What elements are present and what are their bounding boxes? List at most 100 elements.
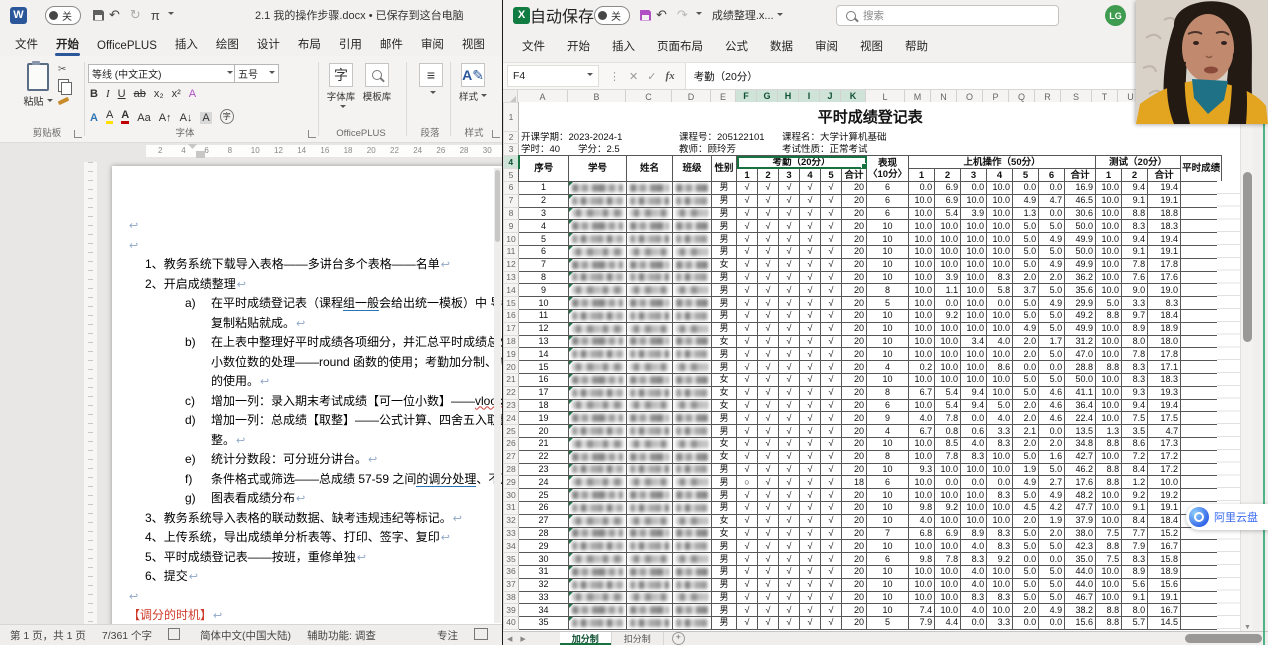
cell-test-total[interactable]: 19.1 bbox=[1148, 245, 1181, 258]
cell-lab-5[interactable]: 0.0 bbox=[1013, 182, 1039, 195]
cell-lab-total[interactable]: 44.0 bbox=[1065, 578, 1096, 591]
cell-test-1[interactable]: 10.0 bbox=[1096, 412, 1122, 425]
word-count[interactable]: 7/361 个字 bbox=[102, 628, 152, 643]
cell-att-1[interactable]: √ bbox=[737, 617, 758, 630]
cell-lab-1[interactable]: 10.0 bbox=[909, 322, 935, 335]
cell-lab-3[interactable]: 9.4 bbox=[961, 386, 987, 399]
cell-seq[interactable]: 26 bbox=[519, 501, 569, 514]
cell-lab-6[interactable]: 1.9 bbox=[1039, 514, 1065, 527]
excel-tab-7[interactable]: 视图 bbox=[849, 33, 894, 59]
cell-att-3[interactable]: √ bbox=[779, 565, 800, 578]
cell-gender[interactable]: 男 bbox=[712, 207, 737, 220]
cell-att-3[interactable]: √ bbox=[779, 271, 800, 284]
cell-att-2[interactable]: √ bbox=[758, 553, 779, 566]
cell-gender[interactable]: 男 bbox=[712, 233, 737, 246]
cell-gender[interactable]: 男 bbox=[712, 194, 737, 207]
doc-line-19[interactable]: ↩ bbox=[112, 587, 502, 607]
cell-final-score[interactable] bbox=[1181, 425, 1222, 438]
cell-att-2[interactable]: √ bbox=[758, 284, 779, 297]
row-header-24[interactable]: 24 bbox=[504, 412, 519, 425]
cell-lab-2[interactable]: 0.0 bbox=[935, 476, 961, 489]
cell-lab-1[interactable]: 10.0 bbox=[909, 258, 935, 271]
cell-test-2[interactable]: 8.4 bbox=[1122, 463, 1148, 476]
cell-performance[interactable]: 8 bbox=[867, 450, 909, 463]
page-indicator[interactable]: 第 1 页，共 1 页 bbox=[10, 628, 86, 643]
cell-att-1[interactable]: √ bbox=[737, 309, 758, 322]
cell-att-total[interactable]: 20 bbox=[842, 591, 867, 604]
cell-lab-1[interactable]: 6.7 bbox=[909, 386, 935, 399]
cell-att-3[interactable]: √ bbox=[779, 591, 800, 604]
cell-att-1[interactable]: √ bbox=[737, 245, 758, 258]
font-effect-r2-0[interactable]: A bbox=[90, 112, 98, 124]
cell-att-total[interactable]: 20 bbox=[842, 399, 867, 412]
cell-lab-1[interactable]: 10.0 bbox=[909, 437, 935, 450]
cell-gender[interactable]: 女 bbox=[712, 527, 737, 540]
cell-att-3[interactable]: √ bbox=[779, 361, 800, 374]
cell-gender[interactable]: 男 bbox=[712, 309, 737, 322]
cell-att-1[interactable]: √ bbox=[737, 604, 758, 617]
hdr-gender[interactable]: 性别 bbox=[712, 156, 737, 182]
cell-lab-1[interactable]: 9.8 bbox=[909, 553, 935, 566]
word-tab-5[interactable]: 设计 bbox=[248, 32, 289, 56]
redacted-scl[interactable] bbox=[673, 617, 712, 630]
cell-att-5[interactable]: √ bbox=[821, 271, 842, 284]
cell-lab-6[interactable]: 5.0 bbox=[1039, 578, 1065, 591]
cell-att-1[interactable]: √ bbox=[737, 399, 758, 412]
redacted-snm[interactable] bbox=[627, 425, 673, 438]
cell-test-total[interactable]: 18.3 bbox=[1148, 373, 1181, 386]
redacted-snm[interactable] bbox=[627, 361, 673, 374]
row-header-21[interactable]: 21 bbox=[504, 373, 519, 386]
cell-test-2[interactable]: 8.0 bbox=[1122, 335, 1148, 348]
cell-att-1[interactable]: √ bbox=[737, 591, 758, 604]
cell-att-1[interactable]: √ bbox=[737, 348, 758, 361]
cell-lab-1[interactable]: 7.4 bbox=[909, 604, 935, 617]
redacted-sid[interactable] bbox=[569, 437, 627, 450]
cell-att-1[interactable]: √ bbox=[737, 297, 758, 310]
cell-lab-2[interactable]: 7.8 bbox=[935, 412, 961, 425]
cell-lab-total[interactable]: 22.4 bbox=[1065, 412, 1096, 425]
cell-att-2[interactable]: √ bbox=[758, 450, 779, 463]
cell-performance[interactable]: 10 bbox=[867, 501, 909, 514]
cell-lab-5[interactable]: 5.0 bbox=[1013, 220, 1039, 233]
add-sheet-icon[interactable]: + bbox=[672, 632, 685, 645]
redacted-sid[interactable] bbox=[569, 604, 627, 617]
cell-test-1[interactable]: 10.0 bbox=[1096, 271, 1122, 284]
doc-line-8[interactable]: 的使用。↩ bbox=[112, 372, 502, 392]
cell-lab-total[interactable]: 38.2 bbox=[1065, 604, 1096, 617]
cell-performance[interactable]: 6 bbox=[867, 553, 909, 566]
cell-att-3[interactable]: √ bbox=[779, 348, 800, 361]
cell-lab-2[interactable]: 10.0 bbox=[935, 578, 961, 591]
cell-performance[interactable]: 10 bbox=[867, 271, 909, 284]
cell-seq[interactable]: 12 bbox=[519, 322, 569, 335]
cell-lab-4[interactable]: 8.6 bbox=[987, 361, 1013, 374]
row-header-28[interactable]: 28 bbox=[504, 463, 519, 476]
cell-att-5[interactable]: √ bbox=[821, 565, 842, 578]
cell-lab-4[interactable]: 10.0 bbox=[987, 373, 1013, 386]
cell-att-4[interactable]: √ bbox=[800, 284, 821, 297]
cancel-entry-icon[interactable]: ✕ bbox=[629, 70, 638, 83]
cell-test-1[interactable]: 8.8 bbox=[1096, 437, 1122, 450]
cell-att-4[interactable]: √ bbox=[800, 335, 821, 348]
cell-att-3[interactable]: √ bbox=[779, 386, 800, 399]
cell-lab-5[interactable]: 4.5 bbox=[1013, 501, 1039, 514]
cell-test-total[interactable]: 18.9 bbox=[1148, 322, 1181, 335]
cell-att-2[interactable]: √ bbox=[758, 540, 779, 553]
cell-performance[interactable]: 7 bbox=[867, 527, 909, 540]
word-tab-6[interactable]: 布局 bbox=[289, 32, 330, 56]
redacted-scl[interactable] bbox=[673, 271, 712, 284]
word-redo-icon[interactable]: ↻ bbox=[130, 7, 141, 23]
cell-lab-3[interactable]: 0.0 bbox=[961, 412, 987, 425]
row-header-16[interactable]: 16 bbox=[504, 309, 519, 322]
format-painter-icon[interactable] bbox=[58, 97, 70, 105]
cell-att-5[interactable]: √ bbox=[821, 373, 842, 386]
cell-test-1[interactable]: 8.8 bbox=[1096, 476, 1122, 489]
cell-lab-3[interactable]: 10.0 bbox=[961, 463, 987, 476]
cell-lab-4[interactable]: 10.0 bbox=[987, 348, 1013, 361]
cell-seq[interactable]: 35 bbox=[519, 617, 569, 630]
cell-lab-3[interactable]: 10.0 bbox=[961, 348, 987, 361]
cell-final-score[interactable] bbox=[1181, 617, 1222, 630]
word-scrollbar[interactable] bbox=[494, 168, 501, 623]
read-mode-icon[interactable] bbox=[474, 628, 492, 642]
cell-lab-2[interactable]: 10.0 bbox=[935, 565, 961, 578]
cell-lab-6[interactable]: 5.0 bbox=[1039, 348, 1065, 361]
